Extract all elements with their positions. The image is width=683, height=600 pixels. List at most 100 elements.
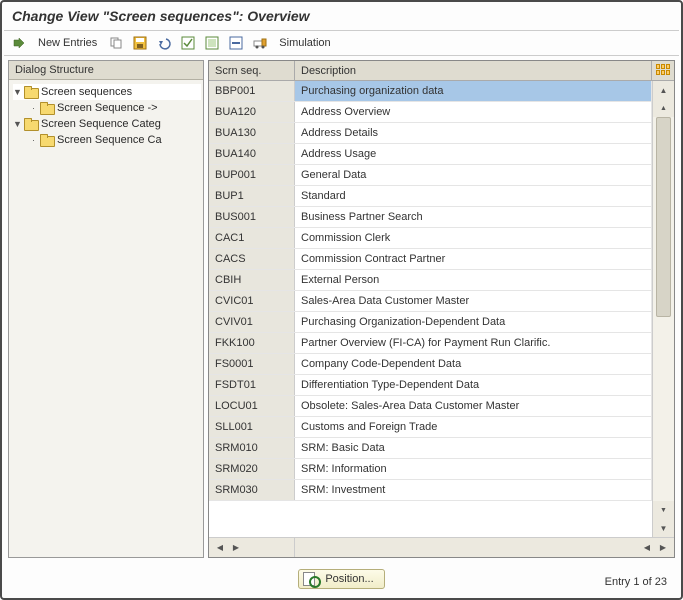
table-row[interactable]: SRM010SRM: Basic Data xyxy=(209,438,652,459)
transport-icon[interactable] xyxy=(251,34,269,52)
cell-scrn-seq[interactable]: BUS001 xyxy=(209,207,295,227)
cell-description[interactable]: Purchasing organization data xyxy=(295,81,652,101)
cell-scrn-seq[interactable]: SRM030 xyxy=(209,480,295,500)
cell-description[interactable]: SRM: Basic Data xyxy=(295,438,652,458)
table-row[interactable]: FS0001Company Code-Dependent Data xyxy=(209,354,652,375)
table-row[interactable]: CVIC01Sales-Area Data Customer Master xyxy=(209,291,652,312)
copy-icon[interactable] xyxy=(107,34,125,52)
cell-scrn-seq[interactable]: CACS xyxy=(209,249,295,269)
vertical-scrollbar[interactable]: ▲ ▲ ▼ ▼ xyxy=(652,81,674,537)
table-row[interactable]: BUA130Address Details xyxy=(209,123,652,144)
tree-item[interactable]: ▼ Screen sequences xyxy=(13,84,201,100)
cell-scrn-seq[interactable]: BBP001 xyxy=(209,81,295,101)
scroll-up-icon[interactable]: ▲ xyxy=(653,81,674,99)
simulation-button[interactable]: Simulation xyxy=(275,37,334,49)
scroll-down-step-icon[interactable]: ▼ xyxy=(653,501,674,519)
tree-item-label: Screen sequences xyxy=(41,86,132,98)
delete-icon[interactable] xyxy=(227,34,245,52)
table-row[interactable]: BUS001Business Partner Search xyxy=(209,207,652,228)
table-row[interactable]: BUP001General Data xyxy=(209,165,652,186)
cell-scrn-seq[interactable]: CBIH xyxy=(209,270,295,290)
cell-scrn-seq[interactable]: SRM010 xyxy=(209,438,295,458)
scroll-track[interactable] xyxy=(653,117,674,501)
tree-item[interactable]: ·Screen Sequence -> xyxy=(13,100,201,116)
cell-description[interactable]: Commission Clerk xyxy=(295,228,652,248)
table-row[interactable]: CBIHExternal Person xyxy=(209,270,652,291)
dialog-structure-panel: Dialog Structure ▼Screen sequences·Scree… xyxy=(8,60,204,558)
cell-description[interactable]: General Data xyxy=(295,165,652,185)
table-row[interactable]: CAC1Commission Clerk xyxy=(209,228,652,249)
tree-item[interactable]: ·Screen Sequence Ca xyxy=(13,132,201,148)
cell-description[interactable]: Business Partner Search xyxy=(295,207,652,227)
table-row[interactable]: FKK100Partner Overview (FI-CA) for Payme… xyxy=(209,333,652,354)
table-row[interactable]: BUP1Standard xyxy=(209,186,652,207)
cell-scrn-seq[interactable]: SRM020 xyxy=(209,459,295,479)
deselect-all-icon[interactable] xyxy=(203,34,221,52)
tree-item[interactable]: ▼Screen Sequence Categ xyxy=(13,116,201,132)
expand-tree-icon[interactable] xyxy=(10,34,28,52)
scroll-up-step-icon[interactable]: ▲ xyxy=(653,99,674,117)
col-description[interactable]: Description xyxy=(295,61,652,80)
cell-description[interactable]: Partner Overview (FI-CA) for Payment Run… xyxy=(295,333,652,353)
cell-description[interactable]: Differentiation Type-Dependent Data xyxy=(295,375,652,395)
cell-scrn-seq[interactable]: SLL001 xyxy=(209,417,295,437)
cell-description[interactable]: Address Usage xyxy=(295,144,652,164)
table-row[interactable]: LOCU01Obsolete: Sales-Area Data Customer… xyxy=(209,396,652,417)
cell-description[interactable]: Customs and Foreign Trade xyxy=(295,417,652,437)
cell-description[interactable]: Company Code-Dependent Data xyxy=(295,354,652,374)
table-row[interactable]: CACSCommission Contract Partner xyxy=(209,249,652,270)
table-row[interactable]: FSDT01Differentiation Type-Dependent Dat… xyxy=(209,375,652,396)
cell-scrn-seq[interactable]: CVIV01 xyxy=(209,312,295,332)
tree-twisty-icon[interactable]: ▼ xyxy=(13,87,22,97)
scroll-thumb[interactable] xyxy=(656,117,671,317)
cell-description[interactable]: Sales-Area Data Customer Master xyxy=(295,291,652,311)
new-entries-button[interactable]: New Entries xyxy=(34,37,101,49)
cell-scrn-seq[interactable]: LOCU01 xyxy=(209,396,295,416)
cell-description[interactable]: Address Overview xyxy=(295,102,652,122)
table-row[interactable]: BUA120Address Overview xyxy=(209,102,652,123)
table-row[interactable]: BUA140Address Usage xyxy=(209,144,652,165)
cell-scrn-seq[interactable]: BUA140 xyxy=(209,144,295,164)
hscroll-right2-icon[interactable]: ▶ xyxy=(656,541,670,555)
hscroll-right-icon[interactable]: ▶ xyxy=(229,541,243,555)
cell-scrn-seq[interactable]: CAC1 xyxy=(209,228,295,248)
undo-icon[interactable] xyxy=(155,34,173,52)
hscroll-left-icon[interactable]: ◀ xyxy=(213,541,227,555)
cell-description[interactable]: Standard xyxy=(295,186,652,206)
hscroll-left2-icon[interactable]: ◀ xyxy=(640,541,654,555)
cell-description[interactable]: Obsolete: Sales-Area Data Customer Maste… xyxy=(295,396,652,416)
table-row[interactable]: CVIV01Purchasing Organization-Dependent … xyxy=(209,312,652,333)
folder-icon xyxy=(24,119,38,130)
cell-description[interactable]: Purchasing Organization-Dependent Data xyxy=(295,312,652,332)
main-area: Dialog Structure ▼Screen sequences·Scree… xyxy=(4,60,679,558)
table-row[interactable]: SRM020SRM: Information xyxy=(209,459,652,480)
select-all-icon[interactable] xyxy=(179,34,197,52)
cell-scrn-seq[interactable]: BUA130 xyxy=(209,123,295,143)
cell-scrn-seq[interactable]: CVIC01 xyxy=(209,291,295,311)
tree-twisty-icon[interactable]: · xyxy=(29,135,38,145)
tree-twisty-icon[interactable]: · xyxy=(29,103,38,113)
tree-twisty-icon[interactable]: ▼ xyxy=(13,119,22,129)
table-row[interactable]: BBP001Purchasing organization data xyxy=(209,81,652,102)
cell-description[interactable]: External Person xyxy=(295,270,652,290)
cell-scrn-seq[interactable]: BUA120 xyxy=(209,102,295,122)
cell-scrn-seq[interactable]: FKK100 xyxy=(209,333,295,353)
cell-description[interactable]: Commission Contract Partner xyxy=(295,249,652,269)
save-icon[interactable] xyxy=(131,34,149,52)
cell-scrn-seq[interactable]: BUP001 xyxy=(209,165,295,185)
position-button[interactable]: Position... xyxy=(298,569,384,589)
scroll-down-icon[interactable]: ▼ xyxy=(653,519,674,537)
table-row[interactable]: SRM030SRM: Investment xyxy=(209,480,652,501)
hscroll-col1[interactable]: ◀ ▶ xyxy=(209,538,295,557)
col-scrn-seq[interactable]: Scrn seq. xyxy=(209,61,295,80)
hscroll-right-group[interactable]: ◀ ▶ xyxy=(630,541,674,555)
cell-description[interactable]: SRM: Investment xyxy=(295,480,652,500)
table-row[interactable]: SLL001Customs and Foreign Trade xyxy=(209,417,652,438)
cell-description[interactable]: Address Details xyxy=(295,123,652,143)
cell-description[interactable]: SRM: Information xyxy=(295,459,652,479)
cell-scrn-seq[interactable]: FS0001 xyxy=(209,354,295,374)
cell-scrn-seq[interactable]: BUP1 xyxy=(209,186,295,206)
entry-counter: Entry 1 of 23 xyxy=(605,576,667,588)
cell-scrn-seq[interactable]: FSDT01 xyxy=(209,375,295,395)
table-options-button[interactable] xyxy=(652,61,674,80)
